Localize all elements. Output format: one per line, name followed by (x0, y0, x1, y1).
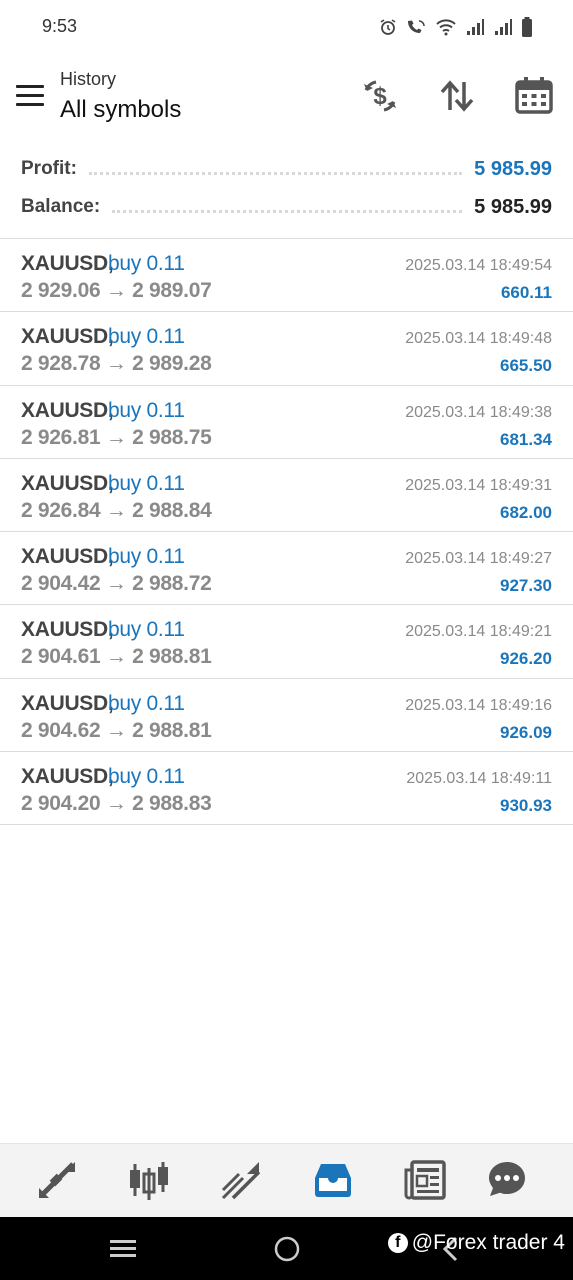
home-icon[interactable] (273, 1235, 301, 1263)
deal-row[interactable]: XAUUSD, buy 0.11 2 928.78 → 2 989.28 202… (0, 312, 573, 386)
balance-value: 5 985.99 (474, 195, 552, 218)
battery-icon (522, 17, 532, 37)
deal-time: 2025.03.14 18:49:31 (405, 476, 552, 494)
history-icon (315, 1164, 351, 1197)
svg-text:$: $ (373, 83, 387, 110)
deal-prices: 2 926.84 → 2 988.84 (21, 498, 212, 522)
deals-list: XAUUSD, buy 0.11 2 929.06 → 2 989.07 202… (0, 238, 573, 826)
menu-button[interactable] (14, 82, 46, 110)
status-icons (379, 16, 533, 38)
deal-symbol: XAUUSD, (21, 545, 114, 569)
deal-time: 2025.03.14 18:49:27 (405, 550, 552, 568)
facebook-logo-icon: f (387, 1233, 408, 1253)
signal-icon-1 (467, 19, 484, 35)
deal-row[interactable]: XAUUSD, buy 0.11 2 926.84 → 2 988.84 202… (0, 459, 573, 533)
tab-chart[interactable] (127, 1158, 171, 1202)
system-nav-bar: f @Forex trader 4 (0, 1217, 573, 1280)
deal-side: buy 0.11 (108, 545, 185, 569)
deal-prices: 2 904.61 → 2 988.81 (21, 645, 212, 669)
deal-profit: 930.93 (500, 796, 552, 816)
alarm-icon (380, 19, 396, 35)
deal-row[interactable]: XAUUSD, buy 0.11 2 926.81 → 2 988.75 202… (0, 386, 573, 459)
currency-exchange-button[interactable]: $ (360, 76, 400, 116)
deal-time: 2025.03.14 18:49:11 (406, 770, 552, 788)
deal-side: buy 0.11 (108, 691, 185, 715)
trade-icon (221, 1162, 261, 1200)
deal-side: buy 0.11 (108, 325, 185, 349)
deal-row[interactable]: XAUUSD, buy 0.11 2 929.06 → 2 989.07 202… (0, 239, 573, 313)
deal-row[interactable]: XAUUSD, buy 0.11 2 904.62 → 2 988.81 202… (0, 679, 573, 753)
signal-icon-2 (495, 19, 512, 35)
header-subtitle: History (60, 69, 117, 89)
deal-side: buy 0.11 (108, 765, 185, 789)
deal-symbol: XAUUSD, (21, 691, 114, 715)
calendar-icon (515, 77, 553, 114)
currency-exchange-icon: $ (364, 80, 396, 112)
wifi-icon (436, 19, 456, 36)
deal-prices: 2 904.20 → 2 988.83 (21, 792, 212, 816)
calendar-button[interactable] (514, 76, 554, 116)
profit-value: 5 985.99 (474, 157, 552, 180)
profit-label: Profit: (21, 158, 77, 179)
deal-symbol: XAUUSD, (21, 398, 114, 422)
deal-prices: 2 904.62 → 2 988.81 (21, 718, 212, 742)
tab-history[interactable] (311, 1158, 355, 1202)
sort-button[interactable] (437, 76, 477, 116)
deal-side: buy 0.11 (108, 398, 185, 422)
deal-prices: 2 928.78 → 2 989.28 (21, 352, 212, 376)
deal-profit: 926.09 (500, 722, 552, 742)
deal-profit: 682.00 (500, 502, 552, 522)
tab-news[interactable] (403, 1158, 447, 1202)
deal-profit: 665.50 (500, 356, 552, 376)
deal-profit: 660.11 (500, 283, 552, 302)
deal-time: 2025.03.14 18:49:16 (405, 696, 552, 714)
deal-symbol: XAUUSD, (21, 765, 114, 789)
tab-quotes[interactable] (35, 1158, 79, 1202)
status-time: 9:53 (42, 16, 78, 36)
deal-side: buy 0.11 (108, 252, 185, 275)
deal-time: 2025.03.14 18:49:54 (405, 257, 552, 274)
dotted-leader (88, 171, 463, 175)
deal-profit: 681.34 (500, 429, 552, 449)
page-title: All symbols (60, 96, 182, 123)
recent-apps-icon[interactable] (110, 1235, 136, 1261)
watermark: f @Forex trader 4 (387, 1231, 565, 1255)
deal-symbol: XAUUSD, (21, 252, 114, 275)
deal-side: buy 0.11 (108, 471, 185, 495)
chat-icon (489, 1162, 525, 1196)
chart-icon (130, 1162, 168, 1200)
deal-prices: 2 929.06 → 2 989.07 (21, 279, 212, 302)
watermark-text: @Forex trader 4 (411, 1231, 565, 1254)
deal-time: 2025.03.14 18:49:21 (405, 623, 552, 641)
dotted-leader (112, 209, 463, 213)
balance-row: Balance: 5 985.99 (21, 192, 552, 222)
tab-trade[interactable] (219, 1158, 263, 1202)
deal-row[interactable]: XAUUSD, buy 0.11 2 904.20 → 2 988.83 202… (0, 752, 573, 826)
tab-chat[interactable] (485, 1158, 529, 1202)
status-bar: 9:53 (0, 0, 573, 56)
sort-icon (440, 80, 474, 112)
deal-symbol: XAUUSD, (21, 618, 114, 642)
deal-profit: 926.20 (500, 649, 552, 669)
balance-label: Balance: (21, 196, 101, 217)
wifi-call-icon (408, 20, 425, 33)
deal-time: 2025.03.14 18:49:48 (405, 330, 552, 348)
deal-row[interactable]: XAUUSD, buy 0.11 2 904.42 → 2 988.72 202… (0, 532, 573, 606)
quotes-icon (39, 1162, 75, 1198)
deal-symbol: XAUUSD, (21, 325, 114, 349)
bottom-tab-bar (0, 1143, 573, 1217)
profit-row: Profit: 5 985.99 (21, 154, 552, 184)
deal-row[interactable]: XAUUSD, buy 0.11 2 904.61 → 2 988.81 202… (0, 605, 573, 679)
deal-symbol: XAUUSD, (21, 471, 114, 495)
deal-side: buy 0.11 (108, 618, 185, 642)
deal-prices: 2 926.81 → 2 988.75 (21, 425, 212, 449)
history-summary: Profit: 5 985.99 Balance: 5 985.99 (0, 150, 573, 238)
news-icon (404, 1160, 446, 1200)
deal-time: 2025.03.14 18:49:38 (405, 403, 552, 421)
app-header: History All symbols $ (0, 56, 573, 140)
deal-prices: 2 904.42 → 2 988.72 (21, 572, 212, 596)
deal-profit: 927.30 (500, 576, 552, 596)
